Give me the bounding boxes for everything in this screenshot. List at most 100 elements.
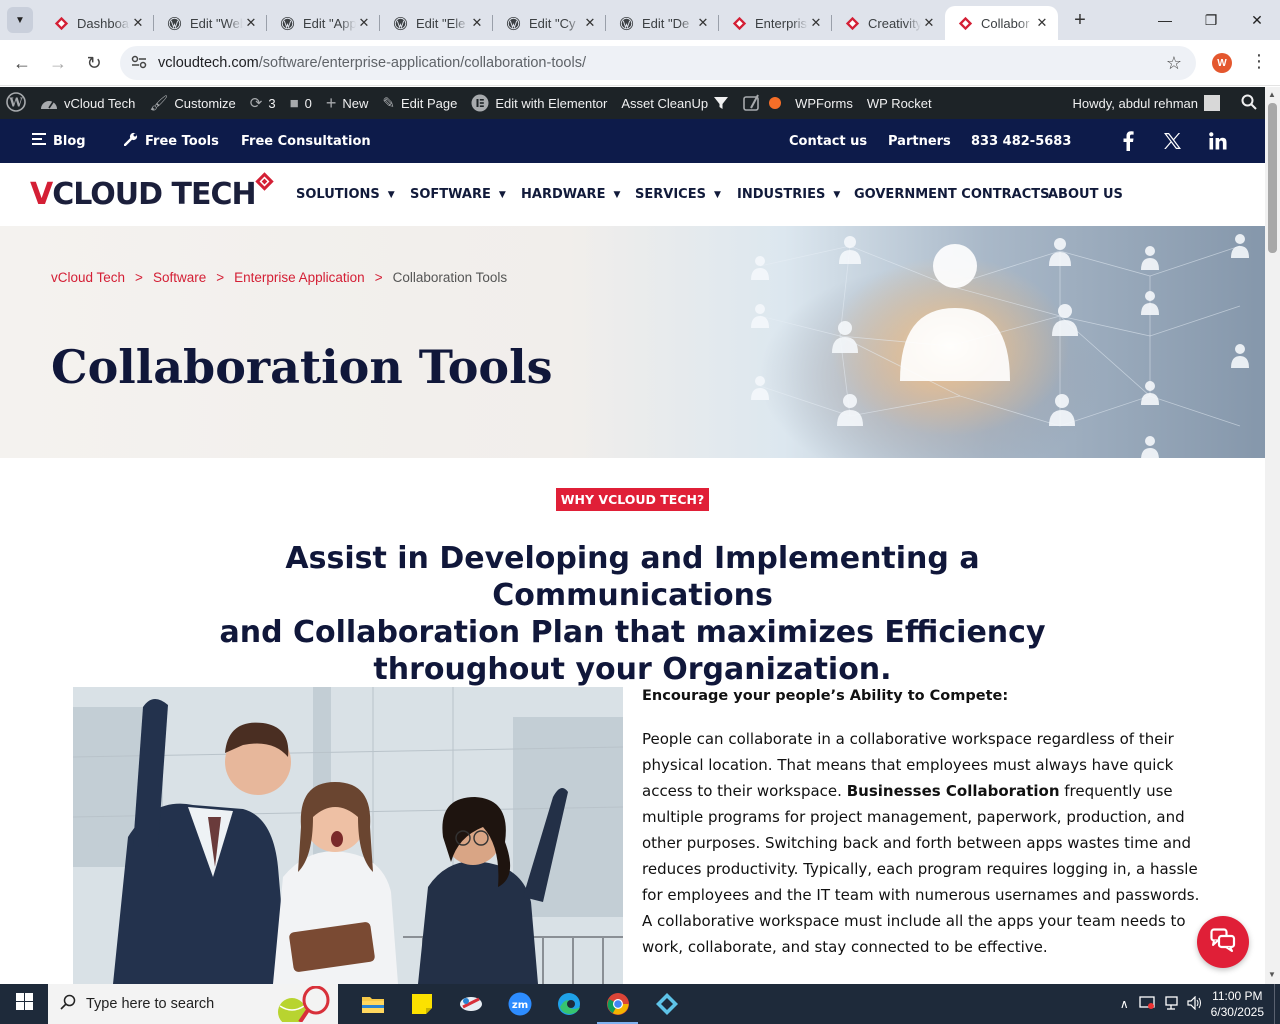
browser-tab[interactable]: Edit "Cy ✕ — [493, 7, 606, 39]
reload-button[interactable]: ↻ — [76, 45, 112, 81]
start-button[interactable] — [0, 984, 48, 1024]
nav-software[interactable]: SOFTWARE ▼ — [410, 163, 506, 226]
admin-comments[interactable]: ■ 0 — [283, 87, 319, 119]
sticky-notes-icon[interactable] — [397, 984, 446, 1024]
wordpress-icon — [505, 15, 521, 31]
brush-icon: 🖌 — [149, 95, 169, 112]
site-logo[interactable]: VCLOUD TECH — [30, 177, 257, 212]
close-window-button[interactable]: ✕ — [1234, 0, 1280, 40]
nav-industries[interactable]: INDUSTRIES ▼ — [737, 163, 840, 226]
close-tab-icon[interactable]: ✕ — [356, 15, 372, 31]
close-tab-icon[interactable]: ✕ — [808, 15, 824, 31]
browser-tab[interactable]: Creativity ✕ — [832, 7, 945, 39]
admin-edit-elementor[interactable]: Edit with Elementor — [464, 87, 614, 119]
plus-icon: + — [325, 92, 337, 113]
show-desktop-button[interactable] — [1274, 984, 1280, 1024]
scroll-down-icon[interactable]: ▼ — [1268, 970, 1276, 979]
tab-title: Collabor — [981, 15, 1030, 31]
nav-solutions[interactable]: SOLUTIONS ▼ — [296, 163, 395, 226]
back-button[interactable]: ← — [4, 45, 40, 81]
browser-tab[interactable]: Dashboard✕ — [41, 7, 154, 39]
nav-government-contracts[interactable]: GOVERNMENT CONTRACTS — [854, 163, 1049, 226]
speaker-icon[interactable] — [1187, 995, 1203, 1013]
blog-link[interactable]: Blog — [32, 119, 86, 163]
close-tab-icon[interactable]: ✕ — [130, 15, 146, 31]
breadcrumb-enterprise-application[interactable]: Enterprise Application — [234, 270, 365, 285]
close-icon: ✕ — [1251, 11, 1263, 28]
phone-link[interactable]: 833 482-5683 — [971, 119, 1071, 163]
forward-button[interactable]: → — [40, 45, 76, 81]
restore-icon: ❐ — [1204, 11, 1218, 28]
admin-asset-cleanup[interactable]: Asset CleanUp — [614, 87, 736, 119]
admin-yoast[interactable] — [736, 87, 788, 119]
admin-updates[interactable]: ⟳ 3 — [243, 87, 283, 119]
page-scrollbar[interactable]: ▲ ▼ — [1265, 87, 1280, 984]
minimize-button[interactable]: — — [1142, 0, 1188, 40]
restore-button[interactable]: ❐ — [1188, 0, 1234, 40]
network-icon[interactable] — [1163, 995, 1179, 1013]
nav-hardware[interactable]: HARDWARE ▼ — [521, 163, 620, 226]
facebook-icon[interactable] — [1122, 119, 1134, 163]
businesses-collaboration-link[interactable]: Businesses Collaboration — [847, 782, 1060, 800]
tab-search-button[interactable]: ▼ — [7, 7, 33, 33]
free-tools-link[interactable]: Free Tools — [123, 119, 219, 163]
admin-new[interactable]: + New — [319, 87, 376, 119]
chevron-down-icon: ▼ — [15, 14, 25, 26]
browser-tab[interactable]: Edit "Web ✕ — [154, 7, 267, 39]
browser-tab[interactable]: Collabor ✕ — [945, 6, 1058, 40]
admin-customize[interactable]: 🖌 Customize — [142, 87, 242, 119]
close-tab-icon[interactable]: ✕ — [921, 15, 937, 31]
chrome-icon[interactable] — [593, 984, 642, 1024]
snipping-tool-icon[interactable] — [446, 984, 495, 1024]
nav-services[interactable]: SERVICES ▼ — [635, 163, 721, 226]
reload-icon: ↻ — [86, 52, 102, 73]
close-tab-icon[interactable]: ✕ — [243, 15, 259, 31]
breadcrumb-software[interactable]: Software — [153, 270, 206, 285]
edge-icon[interactable] — [544, 984, 593, 1024]
breadcrumb-home[interactable]: vCloud Tech — [51, 270, 125, 285]
bookmark-star-icon[interactable]: ☆ — [1166, 53, 1182, 74]
chevron-down-icon: ▼ — [387, 189, 395, 200]
free-consultation-link[interactable]: Free Consultation — [241, 119, 371, 163]
admin-account[interactable]: Howdy, abdul rehman — [1066, 87, 1228, 119]
close-tab-icon[interactable]: ✕ — [469, 15, 485, 31]
updates-icon: ⟳ — [249, 95, 263, 112]
browser-tab[interactable]: Enterprise✕ — [719, 7, 832, 39]
browser-tab[interactable]: Edit "De ✕ — [606, 7, 719, 39]
taskbar-search[interactable]: Type here to search — [48, 984, 338, 1024]
admin-edit-page[interactable]: ✎ Edit Page — [375, 87, 464, 119]
admin-wpforms[interactable]: WPForms — [788, 87, 860, 119]
contact-link[interactable]: Contact us — [789, 119, 867, 163]
close-tab-icon[interactable]: ✕ — [582, 15, 598, 31]
admin-search[interactable] — [1227, 87, 1265, 119]
profile-avatar[interactable]: W — [1212, 53, 1232, 73]
clock[interactable]: 11:00 PM 6/30/2025 — [1211, 988, 1264, 1020]
browser-menu-icon[interactable]: ⋮ — [1250, 51, 1268, 72]
scrollbar-thumb[interactable] — [1268, 103, 1277, 253]
tab-title: Dashboard — [77, 15, 130, 31]
zoom-icon[interactable]: zm — [495, 984, 544, 1024]
address-bar[interactable]: vcloudtech.com/software/enterprise-appli… — [120, 46, 1196, 80]
chevron-up-icon[interactable]: ∧ — [1120, 997, 1129, 1011]
chevron-down-icon: ▼ — [498, 189, 506, 200]
new-tab-button[interactable]: + — [1066, 6, 1094, 34]
notification-status-icon[interactable] — [1138, 995, 1155, 1013]
close-tab-icon[interactable]: ✕ — [695, 15, 711, 31]
admin-site-name[interactable]: vCloud Tech — [33, 87, 142, 119]
chat-button[interactable] — [1197, 916, 1249, 968]
remote-desktop-icon[interactable] — [642, 984, 691, 1024]
wp-logo-menu[interactable]: W — [0, 87, 33, 119]
main-header: VCLOUD TECH SOLUTIONS ▼ SOFTWARE ▼ HARDWAR… — [0, 163, 1265, 226]
partners-link[interactable]: Partners — [888, 119, 951, 163]
linkedin-icon[interactable] — [1209, 119, 1227, 163]
site-settings-icon[interactable] — [124, 55, 154, 72]
x-twitter-icon[interactable] — [1163, 119, 1182, 163]
scroll-up-icon[interactable]: ▲ — [1268, 90, 1276, 99]
nav-about-us[interactable]: ABOUT US — [1048, 163, 1123, 226]
browser-tab[interactable]: Edit "Ele ✕ — [380, 7, 493, 39]
browser-tab[interactable]: Edit "App ✕ — [267, 7, 380, 39]
svg-text:zm: zm — [511, 1000, 527, 1011]
close-tab-icon[interactable]: ✕ — [1034, 15, 1050, 31]
admin-wp-rocket[interactable]: WP Rocket — [860, 87, 939, 119]
file-explorer-icon[interactable] — [348, 984, 397, 1024]
